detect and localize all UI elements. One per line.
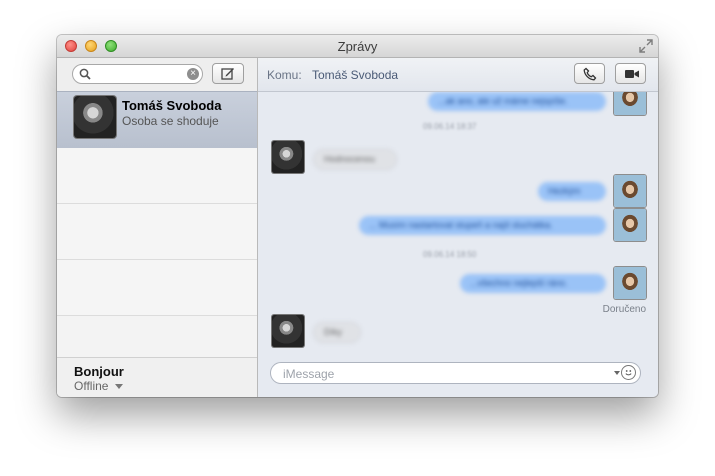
availability-status[interactable]: Offline <box>74 379 108 393</box>
clear-search-icon[interactable]: × <box>187 68 199 80</box>
compose-icon <box>221 68 234 80</box>
my-avatar <box>614 92 646 115</box>
search-icon <box>79 68 91 80</box>
message-bubble-outgoing: ... Musím nastartovat stupeň a najít slu… <box>359 216 606 235</box>
compose-button[interactable] <box>212 63 244 84</box>
delivery-status: Doručeno <box>602 304 646 315</box>
my-avatar <box>614 175 646 207</box>
messages-window: Zprávy × Tomáš Svoboda Osoba se shoduje … <box>57 35 658 397</box>
emoji-icon[interactable] <box>621 365 636 380</box>
search-bar: × <box>57 58 257 91</box>
message-bubble-incoming: Hodnocenou <box>314 150 396 169</box>
message-bubble-incoming: Díky <box>314 323 360 342</box>
conversation-subtitle: Osoba se shoduje <box>122 114 219 128</box>
fullscreen-icon[interactable] <box>638 38 654 54</box>
account-name: Bonjour <box>74 364 124 379</box>
video-camera-icon <box>625 70 639 78</box>
message-bubble-outgoing: Hezkým <box>538 182 606 201</box>
contact-avatar <box>272 141 304 173</box>
my-avatar <box>614 209 646 241</box>
search-field[interactable]: × <box>72 64 203 84</box>
contact-avatar <box>74 96 116 138</box>
recipient-name[interactable]: Tomáš Svoboda <box>312 68 398 82</box>
chevron-down-icon[interactable] <box>614 371 620 375</box>
audio-call-button[interactable] <box>574 63 605 84</box>
message-list[interactable]: ...ak ano, ale už máme nejspíše. 09.06.1… <box>258 92 658 358</box>
message-composer[interactable] <box>270 362 641 384</box>
chat-header: Komu: Tomáš Svoboda <box>258 58 658 92</box>
empty-conversation-row <box>57 148 257 204</box>
to-label: Komu: <box>267 68 302 82</box>
account-status-panel: Bonjour Offline <box>57 357 257 397</box>
chat-pane: Komu: Tomáš Svoboda ...ak ano, ale už má… <box>258 58 658 397</box>
message-bubble-outgoing: ...ak ano, ale už máme nejspíše. <box>428 92 606 111</box>
video-call-button[interactable] <box>615 63 646 84</box>
message-timestamp: 09.06.14 18:50 <box>423 250 477 259</box>
conversation-name: Tomáš Svoboda <box>122 98 222 113</box>
message-input[interactable] <box>281 365 605 383</box>
message-bubble-outgoing: ...všechno nejlepší ráno. <box>460 274 606 293</box>
message-timestamp: 09.06.14 18:37 <box>423 122 477 131</box>
my-avatar <box>614 267 646 299</box>
phone-icon <box>583 67 597 81</box>
empty-conversation-row <box>57 260 257 316</box>
contact-avatar <box>272 315 304 347</box>
window-title: Zprávy <box>337 39 378 54</box>
conversation-item[interactable]: Tomáš Svoboda Osoba se shoduje <box>57 91 257 149</box>
sidebar: × Tomáš Svoboda Osoba se shoduje Bonjour… <box>57 58 258 397</box>
chevron-down-icon[interactable] <box>115 384 123 389</box>
empty-conversation-row <box>57 204 257 260</box>
title-bar: Zprávy <box>57 35 658 58</box>
search-input[interactable] <box>93 66 185 84</box>
